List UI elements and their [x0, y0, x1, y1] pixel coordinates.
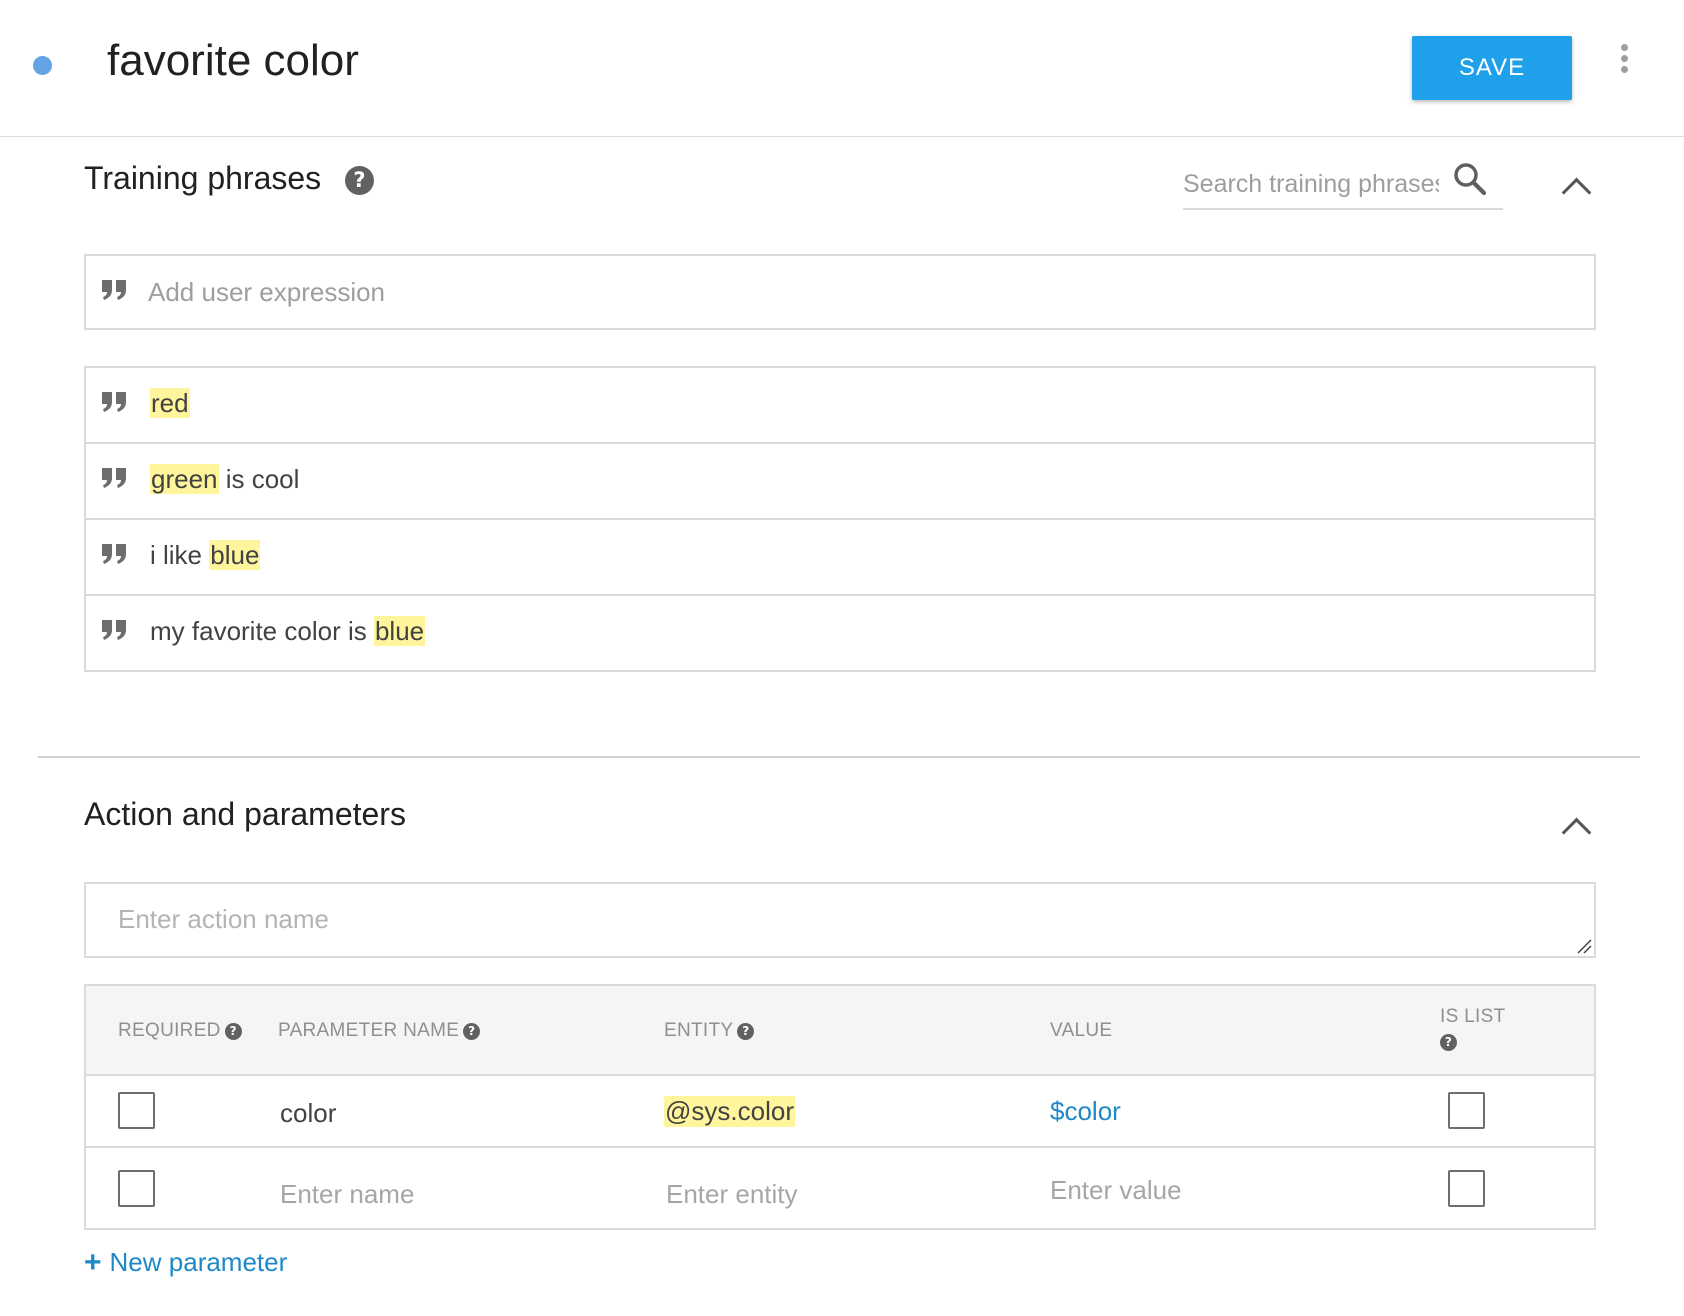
training-phrase-text[interactable]: red — [150, 388, 190, 419]
value-input[interactable] — [1050, 1172, 1380, 1208]
training-phrase-row[interactable]: red — [86, 368, 1594, 444]
annotated-entity-span[interactable]: red — [150, 388, 190, 418]
status-dot-icon — [33, 56, 52, 75]
column-value: VALUE — [1050, 1020, 1113, 1041]
quote-icon — [102, 620, 126, 640]
save-button[interactable]: SAVE — [1412, 36, 1572, 100]
entity-input[interactable] — [666, 1176, 996, 1212]
entity-value[interactable]: @sys.color — [664, 1096, 795, 1127]
training-phrase-row[interactable]: green is cool — [86, 444, 1594, 520]
quote-icon — [102, 544, 126, 564]
action-parameters-heading: Action and parameters — [84, 796, 406, 832]
training-search — [1183, 158, 1503, 210]
training-phrase-text[interactable]: green is cool — [150, 464, 299, 495]
user-expression-input[interactable] — [148, 272, 1568, 312]
is-list-checkbox[interactable] — [1448, 1170, 1485, 1207]
required-help-icon[interactable]: ? — [224, 1023, 242, 1040]
parameter-row: color @sys.color $color — [86, 1076, 1594, 1148]
is-list-checkbox[interactable] — [1448, 1092, 1485, 1129]
training-phrase-row[interactable]: my favorite color is blue — [86, 596, 1594, 670]
quote-icon — [102, 468, 126, 488]
training-help-icon[interactable]: ? — [345, 166, 374, 195]
parameter-name-value[interactable]: color — [280, 1098, 336, 1129]
parameters-table: REQUIRED? PARAMETER NAME? ENTITY? VALUE … — [84, 984, 1596, 1230]
collapse-action-chevron-icon[interactable] — [1558, 812, 1598, 848]
entity-help-icon[interactable]: ? — [737, 1023, 755, 1040]
phrase-text-span: my favorite color is — [150, 616, 374, 646]
column-entity: ENTITY? — [664, 1020, 755, 1042]
training-phrase-text[interactable]: i like blue — [150, 540, 261, 571]
training-phrase-row[interactable]: i like blue — [86, 520, 1594, 596]
new-parameter-label: New parameter — [109, 1247, 288, 1277]
column-parameter-name: PARAMETER NAME? — [278, 1020, 481, 1042]
search-training-input[interactable] — [1183, 166, 1439, 202]
column-required: REQUIRED? — [118, 1020, 242, 1042]
required-checkbox[interactable] — [118, 1092, 155, 1129]
annotated-entity-span[interactable]: blue — [209, 540, 261, 570]
resize-grip-icon[interactable] — [1576, 938, 1592, 954]
training-phrase-list: red green is cool i like blue my favorit… — [84, 366, 1596, 672]
plus-icon: + — [84, 1246, 102, 1279]
phrase-text-span: is cool — [218, 464, 300, 494]
parameter-name-input[interactable] — [280, 1176, 610, 1212]
collapse-training-chevron-icon[interactable] — [1558, 172, 1598, 208]
new-parameter-link[interactable]: + New parameter — [84, 1246, 287, 1280]
required-checkbox[interactable] — [118, 1170, 155, 1207]
parameters-table-header: REQUIRED? PARAMETER NAME? ENTITY? VALUE … — [86, 986, 1594, 1076]
more-options-icon[interactable] — [1612, 44, 1636, 80]
new-parameter-row — [86, 1150, 1594, 1228]
parameter-value[interactable]: $color — [1050, 1096, 1121, 1127]
phrase-text-span: i like — [150, 540, 210, 570]
is-list-help-icon[interactable]: ? — [1440, 1034, 1457, 1051]
intent-title[interactable]: favorite color — [107, 36, 359, 86]
action-name-input[interactable] — [84, 882, 1596, 958]
add-user-expression — [84, 254, 1596, 330]
column-is-list: IS LIST? — [1440, 1006, 1506, 1051]
training-phrases-heading: Training phrases — [84, 160, 322, 196]
parameter-name-help-icon[interactable]: ? — [463, 1023, 481, 1040]
search-icon[interactable] — [1453, 162, 1487, 196]
quote-icon — [102, 280, 126, 300]
section-divider — [38, 756, 1640, 758]
quote-icon — [102, 392, 126, 412]
annotated-entity-span[interactable]: blue — [373, 616, 426, 646]
annotated-entity-span[interactable]: green — [150, 464, 219, 494]
intent-header: favorite color SAVE — [0, 0, 1684, 137]
training-phrase-text[interactable]: my favorite color is blue — [150, 616, 426, 647]
